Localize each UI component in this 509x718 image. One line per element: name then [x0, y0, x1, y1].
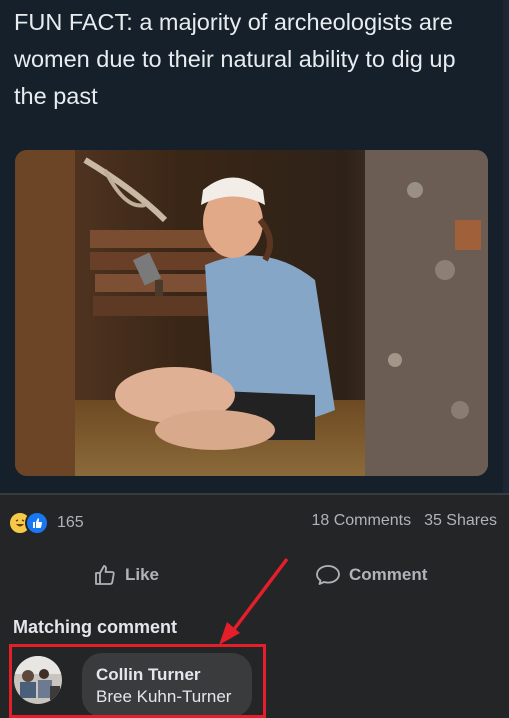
- annotation-highlight-box: [9, 644, 266, 718]
- comment-button[interactable]: Comment: [315, 553, 427, 597]
- photo-illustration: [15, 150, 488, 476]
- like-icon: [25, 511, 49, 535]
- comments-count[interactable]: 18 Comments: [311, 512, 411, 530]
- like-label: Like: [125, 565, 160, 584]
- reaction-count: 165: [57, 514, 84, 531]
- archaeologist-photo: [15, 150, 488, 476]
- meme-image[interactable]: FUN FACT: a majority of archeologists ar…: [0, 0, 509, 495]
- reactions-summary[interactable]: 165: [8, 510, 84, 536]
- like-button[interactable]: Like: [93, 553, 159, 597]
- matching-comment-heading: Matching comment: [13, 617, 178, 637]
- shares-count[interactable]: 35 Shares: [424, 512, 497, 530]
- comment-bubble-icon: [316, 565, 340, 585]
- meme-edge: [503, 0, 509, 495]
- meme-caption: FUN FACT: a majority of archeologists ar…: [14, 9, 456, 109]
- post-divider: [0, 493, 509, 495]
- post-counts: 18 Comments 35 Shares: [311, 512, 497, 530]
- comment-label: Comment: [349, 565, 428, 584]
- thumbs-up-icon: [95, 565, 115, 585]
- post-actions: Like Comment: [0, 553, 509, 597]
